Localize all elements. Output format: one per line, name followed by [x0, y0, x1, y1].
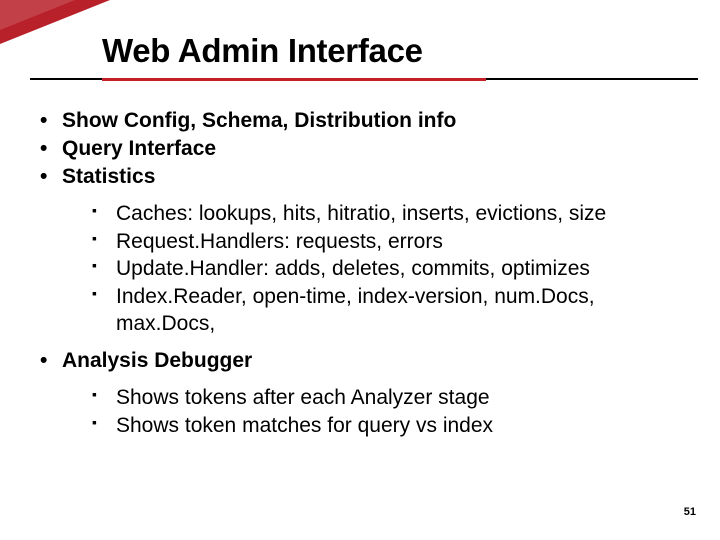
list-item: Statistics Caches: lookups, hits, hitrat… — [36, 164, 684, 338]
list-item-text: Analysis Debugger — [62, 349, 252, 372]
slide-corner-decoration — [0, 0, 110, 44]
sub-list-item: Shows tokens after each Analyzer stage — [90, 385, 684, 412]
title-underline-accent — [102, 78, 486, 81]
list-item-text: Statistics — [62, 165, 155, 188]
list-item: Query Interface — [36, 136, 684, 163]
sub-bullet-list: Caches: lookups, hits, hitratio, inserts… — [90, 201, 684, 338]
sub-list-item: Index.Reader, open-time, index-version, … — [90, 284, 684, 338]
bullet-list: Show Config, Schema, Distribution info Q… — [36, 108, 684, 440]
list-item-text: Query Interface — [62, 137, 216, 160]
sub-bullet-list: Shows tokens after each Analyzer stage S… — [90, 385, 684, 440]
list-item-text: Show Config, Schema, Distribution info — [62, 109, 456, 132]
sub-list-item: Shows token matches for query vs index — [90, 413, 684, 440]
slide-title: Web Admin Interface — [102, 32, 423, 70]
list-item: Analysis Debugger Shows tokens after eac… — [36, 348, 684, 440]
page-number: 51 — [684, 506, 696, 518]
sub-list-item: Request.Handlers: requests, errors — [90, 229, 684, 256]
sub-list-item: Update.Handler: adds, deletes, commits, … — [90, 256, 684, 283]
list-item: Show Config, Schema, Distribution info — [36, 108, 684, 135]
slide-content: Show Config, Schema, Distribution info Q… — [36, 108, 684, 450]
sub-list-item: Caches: lookups, hits, hitratio, inserts… — [90, 201, 684, 228]
